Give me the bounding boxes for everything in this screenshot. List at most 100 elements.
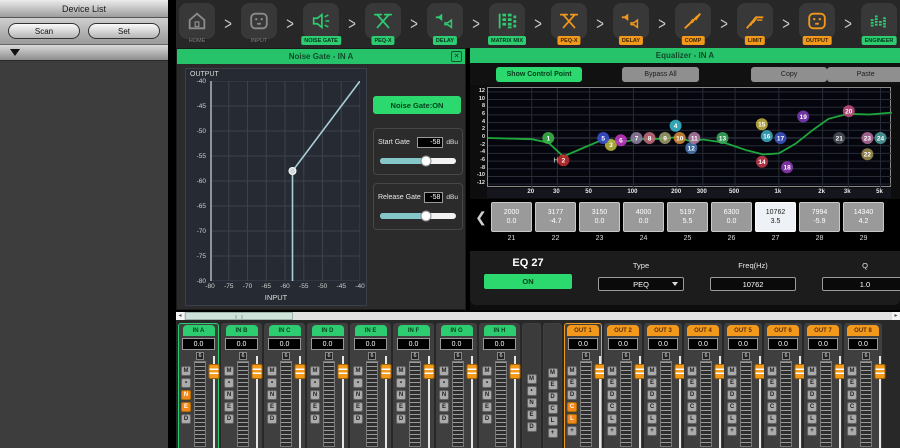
- nav-item-peq-x[interactable]: PEQ-X: [550, 0, 588, 48]
- strip-button-l[interactable]: L: [567, 414, 577, 424]
- nav-item-comp[interactable]: COMP: [674, 0, 712, 48]
- scroll-left-icon[interactable]: ◂: [176, 312, 184, 320]
- strip-button-+[interactable]: +: [767, 426, 777, 436]
- channel-strip-out-2[interactable]: OUT 20.0MEDCL+6-64: [604, 323, 642, 448]
- strip-button-d[interactable]: D: [767, 390, 777, 400]
- channel-label[interactable]: IN E: [355, 325, 387, 336]
- scroll-right-icon[interactable]: ▸: [892, 312, 900, 320]
- eq-band-21[interactable]: 20000.021: [491, 202, 532, 242]
- channel-label[interactable]: OUT 3: [647, 325, 679, 336]
- strip-button-d[interactable]: D: [548, 392, 558, 402]
- channel-label[interactable]: OUT 2: [607, 325, 639, 336]
- strip-button-e[interactable]: E: [527, 410, 537, 420]
- strip-button-+[interactable]: +: [567, 426, 577, 436]
- channel-gain-value[interactable]: 0.0: [728, 338, 758, 350]
- strip-button-c[interactable]: C: [687, 402, 697, 412]
- strip-button-e[interactable]: E: [224, 402, 234, 412]
- strip-button-m[interactable]: M: [767, 366, 777, 376]
- strip-button-+[interactable]: +: [548, 428, 558, 438]
- nav-item-engineer[interactable]: ENGINEER: [860, 0, 898, 48]
- strip-button-l[interactable]: L: [727, 414, 737, 424]
- strip-button-m[interactable]: M: [847, 366, 857, 376]
- strip-button-d[interactable]: D: [687, 390, 697, 400]
- start-gate-value[interactable]: -58: [417, 137, 443, 148]
- eq-band-28[interactable]: 7994-5.928: [799, 202, 840, 242]
- channel-gain-value[interactable]: 0.0: [397, 338, 430, 350]
- strip-button-e[interactable]: E: [767, 378, 777, 388]
- device-tree-collapse[interactable]: [0, 44, 168, 61]
- band-prev-button[interactable]: ❮: [474, 202, 488, 232]
- channel-label[interactable]: IN F: [398, 325, 430, 336]
- strip-button-e[interactable]: E: [310, 402, 320, 412]
- strip-button-c[interactable]: C: [767, 402, 777, 412]
- channel-label[interactable]: OUT 4: [687, 325, 719, 336]
- channel-label[interactable]: IN G: [441, 325, 473, 336]
- strip-button-e[interactable]: E: [647, 378, 657, 388]
- strip-button-l[interactable]: L: [607, 414, 617, 424]
- release-gate-value[interactable]: -58: [424, 192, 444, 203]
- strip-button-e[interactable]: E: [181, 402, 191, 412]
- release-gate-slider[interactable]: [380, 213, 456, 219]
- channel-gain-value[interactable]: 0.0: [483, 338, 516, 350]
- strip-button-m[interactable]: M: [482, 366, 492, 376]
- fader-handle[interactable]: [381, 364, 392, 379]
- strip-button-e[interactable]: E: [267, 402, 277, 412]
- noise-gate-plot[interactable]: [210, 81, 360, 286]
- channel-gain-value[interactable]: 0.0: [354, 338, 387, 350]
- eq-band-29[interactable]: 143404.229: [843, 202, 884, 242]
- strip-button-n[interactable]: N: [310, 390, 320, 400]
- strip-button-d[interactable]: D: [607, 390, 617, 400]
- fader-handle[interactable]: [338, 364, 349, 379]
- nav-item-output[interactable]: OUTPUT: [798, 0, 836, 48]
- strip-button-•[interactable]: •: [482, 378, 492, 388]
- strip-button-m[interactable]: M: [607, 366, 617, 376]
- strip-button-m[interactable]: M: [267, 366, 277, 376]
- nav-item-limit[interactable]: LIMIT: [736, 0, 774, 48]
- strip-button-+[interactable]: +: [847, 426, 857, 436]
- channel-strip-in-h[interactable]: IN H0.0M•NED6-64: [479, 323, 520, 448]
- strip-button-•[interactable]: •: [224, 378, 234, 388]
- strip-button-n[interactable]: N: [396, 390, 406, 400]
- eq-on-button[interactable]: ON: [484, 274, 572, 289]
- channel-strip-in-a[interactable]: IN A0.0M•NED6-64: [178, 323, 219, 448]
- channel-label[interactable]: IN H: [484, 325, 516, 336]
- channel-label[interactable]: OUT 6: [767, 325, 799, 336]
- fader-handle[interactable]: [510, 364, 521, 379]
- channel-gain-value[interactable]: 0.0: [568, 338, 598, 350]
- strip-button-n[interactable]: N: [353, 390, 363, 400]
- strip-button-e[interactable]: E: [548, 380, 558, 390]
- channel-label[interactable]: OUT 5: [727, 325, 759, 336]
- channel-label[interactable]: IN D: [312, 325, 344, 336]
- fader-handle[interactable]: [875, 364, 886, 379]
- scrollbar-thumb[interactable]: [185, 312, 293, 320]
- channel-gain-value[interactable]: 0.0: [768, 338, 798, 350]
- fader-rail[interactable]: [381, 356, 391, 448]
- strip-button-l[interactable]: L: [548, 416, 558, 426]
- channel-strip-out-5[interactable]: OUT 50.0MEDCL+6-64: [724, 323, 762, 448]
- channel-strip-in-g[interactable]: IN G0.0M•NED6-64: [436, 323, 477, 448]
- channel-label[interactable]: OUT 1: [567, 325, 599, 336]
- eq-band-23[interactable]: 31500.023: [579, 202, 620, 242]
- strip-button-d[interactable]: D: [727, 390, 737, 400]
- strip-button-d[interactable]: D: [527, 422, 537, 432]
- strip-button-m[interactable]: M: [353, 366, 363, 376]
- show-control-point-button[interactable]: Show Control Point: [496, 67, 582, 82]
- eq-type-dropdown[interactable]: PEQ: [598, 277, 684, 291]
- channel-gain-value[interactable]: 0.0: [311, 338, 344, 350]
- channel-label[interactable]: IN C: [269, 325, 301, 336]
- strip-button-m[interactable]: M: [548, 368, 558, 378]
- strip-button-+[interactable]: +: [807, 426, 817, 436]
- channel-strip-out-3[interactable]: OUT 30.0MEDCL+6-64: [644, 323, 682, 448]
- strip-button-n[interactable]: N: [181, 390, 191, 400]
- fader-rail[interactable]: [252, 356, 262, 448]
- channel-strip-in-b[interactable]: IN B0.0M•NED6-64: [221, 323, 262, 448]
- eq-band-26[interactable]: 63000.026: [711, 202, 752, 242]
- fader-handle[interactable]: [467, 364, 478, 379]
- strip-button-m[interactable]: M: [396, 366, 406, 376]
- channel-strip-in-e[interactable]: IN E0.0M•NED6-64: [350, 323, 391, 448]
- strip-button-e[interactable]: E: [482, 402, 492, 412]
- strip-button-d[interactable]: D: [807, 390, 817, 400]
- strip-button-m[interactable]: M: [181, 366, 191, 376]
- copy-button[interactable]: Copy: [751, 67, 828, 82]
- channel-gain-value[interactable]: 0.0: [608, 338, 638, 350]
